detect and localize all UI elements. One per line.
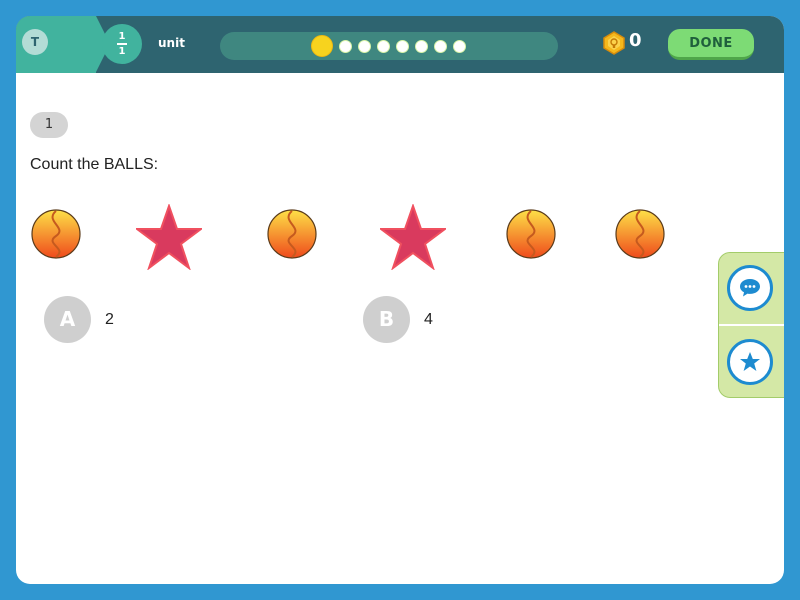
side-toolbar bbox=[718, 252, 784, 398]
star-icon bbox=[378, 202, 448, 274]
unit-label: unit bbox=[158, 36, 185, 50]
progress-dots bbox=[311, 35, 472, 57]
progress-dot bbox=[339, 39, 352, 53]
choice-letter: B bbox=[363, 296, 410, 343]
ball-icon bbox=[30, 208, 82, 264]
progress-dot bbox=[415, 39, 428, 53]
coin-count: 0 bbox=[629, 30, 642, 51]
choice-letter: A bbox=[44, 296, 91, 343]
fraction-denominator: 1 bbox=[118, 45, 126, 57]
choice-b[interactable]: B 4 bbox=[363, 296, 433, 343]
chat-button[interactable] bbox=[727, 265, 773, 311]
fraction-numerator: 1 bbox=[118, 31, 126, 43]
top-bar: T 1 1 unit 0 DONE bbox=[16, 16, 784, 73]
ball-icon bbox=[614, 208, 666, 264]
star-icon bbox=[134, 202, 204, 274]
choice-a[interactable]: A 2 bbox=[44, 296, 114, 343]
progress-dot bbox=[358, 39, 371, 53]
star-icon bbox=[740, 352, 760, 371]
avatar[interactable]: T bbox=[22, 29, 48, 55]
chat-icon bbox=[740, 279, 760, 297]
favorite-button[interactable] bbox=[727, 339, 773, 385]
progress-dot bbox=[453, 39, 466, 53]
progress-dot bbox=[434, 39, 447, 53]
unit-fraction-badge: 1 1 bbox=[102, 24, 142, 64]
progress-dot bbox=[377, 39, 390, 53]
question-prompt: Count the BALLS: bbox=[30, 156, 159, 173]
progress-track bbox=[220, 32, 558, 60]
progress-dot bbox=[396, 39, 409, 53]
fraction-bar bbox=[117, 43, 127, 45]
side-divider bbox=[719, 324, 784, 326]
progress-dot-current bbox=[311, 35, 333, 57]
choice-value: 4 bbox=[424, 310, 433, 328]
choice-value: 2 bbox=[105, 310, 114, 328]
ball-icon bbox=[266, 208, 318, 264]
done-button[interactable]: DONE bbox=[668, 29, 754, 60]
coin-icon bbox=[603, 31, 625, 55]
ball-icon bbox=[505, 208, 557, 264]
question-number: 1 bbox=[30, 112, 68, 138]
app-frame: T 1 1 unit 0 DONE 1 Count the BALLS: A 2… bbox=[16, 16, 784, 584]
user-badge: T bbox=[16, 16, 110, 73]
